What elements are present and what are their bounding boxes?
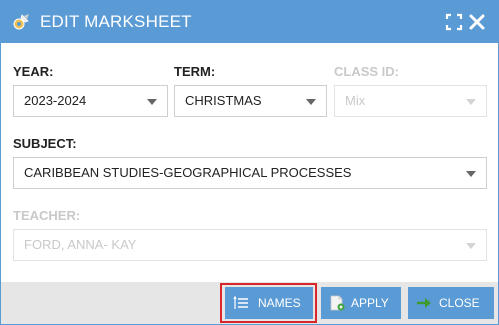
close-button-label: CLOSE (439, 296, 480, 310)
names-button-label: NAMES (258, 296, 301, 310)
arrow-right-icon (417, 298, 431, 308)
term-label: TERM: (174, 64, 216, 79)
edit-tools-icon (13, 14, 29, 30)
dialog-title: EDIT MARKSHEET (40, 12, 192, 31)
class-id-label: CLASS ID: (334, 64, 399, 79)
chevron-down-icon (466, 243, 476, 249)
dialog-footer: NAMES APPLY CLOSE (1, 282, 498, 324)
year-select[interactable]: 2023-2024 (13, 85, 168, 117)
close-icon[interactable] (468, 13, 486, 31)
apply-button-label: APPLY (351, 296, 389, 310)
subject-select[interactable]: CARIBBEAN STUDIES-GEOGRAPHICAL PROCESSES (13, 157, 487, 189)
apply-document-icon (330, 295, 345, 311)
class-id-select: Mix (334, 85, 487, 117)
year-value: 2023-2024 (24, 93, 87, 108)
chevron-down-icon (306, 99, 316, 105)
list-icon (233, 295, 248, 309)
edit-marksheet-dialog: EDIT MARKSHEET YEAR: 2023-2024 TERM: CHR… (0, 0, 499, 325)
dialog-titlebar[interactable]: EDIT MARKSHEET (1, 1, 498, 43)
subject-label: SUBJECT: (13, 136, 77, 151)
chevron-down-icon (147, 99, 157, 105)
term-select[interactable]: CHRISTMAS (174, 85, 327, 117)
close-button[interactable]: CLOSE (408, 287, 494, 319)
subject-value: CARIBBEAN STUDIES-GEOGRAPHICAL PROCESSES (24, 165, 352, 180)
term-value: CHRISTMAS (185, 93, 262, 108)
year-label: YEAR: (13, 64, 54, 79)
maximize-icon[interactable] (445, 13, 463, 31)
chevron-down-icon (466, 99, 476, 105)
teacher-select: FORD, ANNA- KAY (13, 229, 487, 261)
teacher-value: FORD, ANNA- KAY (24, 237, 137, 252)
class-id-value: Mix (345, 93, 366, 108)
apply-button[interactable]: APPLY (321, 287, 401, 319)
teacher-label: TEACHER: (13, 208, 81, 223)
names-button[interactable]: NAMES (225, 287, 313, 319)
chevron-down-icon (466, 171, 476, 177)
